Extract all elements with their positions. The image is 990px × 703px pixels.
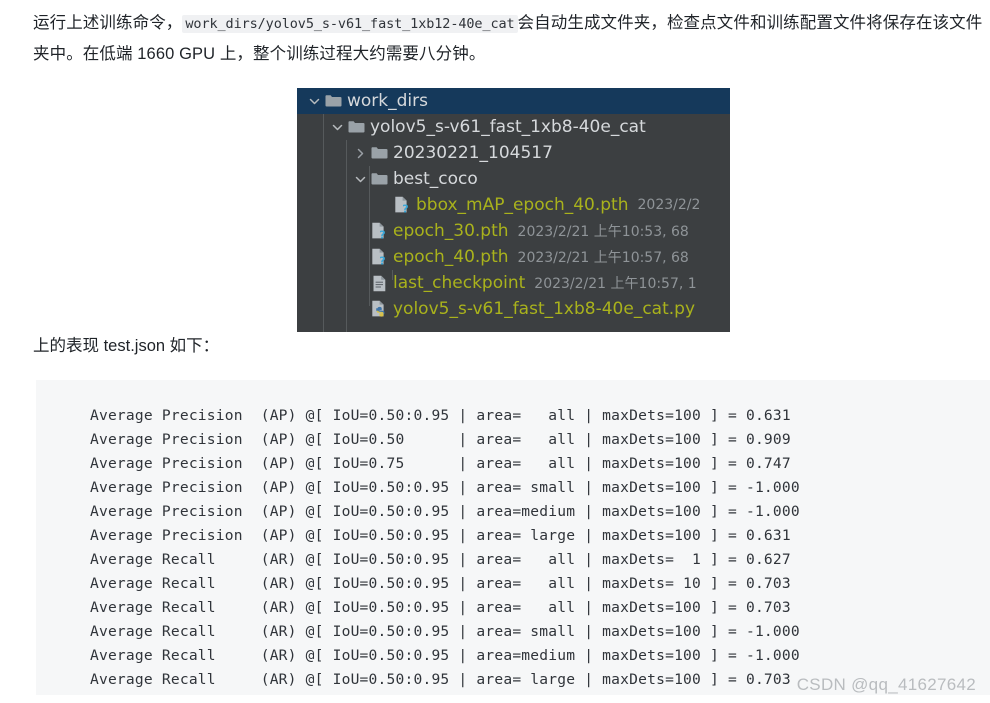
tree-row[interactable]: ? epoch_40.pth 2023/2/21 上午10:57, 68 — [297, 244, 730, 270]
tree-item-label: bbox_mAP_epoch_40.pth — [416, 195, 629, 215]
tree-item-label: 20230221_104517 — [393, 143, 553, 163]
tree-item-meta: 2023/2/21 上午10:57, 68 — [517, 250, 689, 266]
folder-icon — [323, 88, 344, 114]
tree-row[interactable]: 20230221_104517 — [297, 140, 730, 166]
tree-row[interactable]: ? bbox_mAP_epoch_40.pth 2023/2/2 — [297, 192, 730, 218]
tree-no-chevron — [352, 218, 369, 244]
chevron-down-icon[interactable] — [352, 166, 369, 192]
tree-no-chevron — [352, 296, 369, 322]
tree-item-label: last_checkpoint — [393, 273, 526, 293]
page-root: 运行上述训练命令， work_dirs/yolov5_s-v61_fast_1xb… — [0, 0, 990, 703]
inline-code-workdirs: work_dirs/yolov5_s-v61_fast_1xb12-40e_ca… — [182, 15, 518, 33]
folder-icon — [346, 114, 367, 140]
inline-code-testjson: test.json — [103, 337, 166, 355]
tree-item-meta: 2023/2/2 — [637, 197, 701, 213]
folder-icon — [369, 166, 390, 192]
tree-item-label: best_coco — [393, 169, 478, 189]
tree-item-meta: 2023/2/21 上午10:57, 1 — [534, 276, 697, 292]
text-file-icon — [369, 270, 390, 296]
tree-item-label: yolov5_s-v61_fast_1xb8-40e_cat — [370, 117, 646, 137]
tree-no-chevron — [352, 244, 369, 270]
svg-text:?: ? — [402, 202, 408, 214]
tree-row[interactable]: ? epoch_30.pth 2023/2/21 上午10:53, 68 — [297, 218, 730, 244]
tree-row[interactable]: last_checkpoint 2023/2/21 上午10:57, 1 — [297, 270, 730, 296]
tree-no-chevron — [375, 192, 392, 218]
tree-row[interactable]: best_coco — [297, 166, 730, 192]
tree-item-label: yolov5_s-v61_fast_1xb8-40e_cat.py — [393, 299, 696, 319]
csdn-watermark: CSDN @qq_41627642 — [796, 675, 976, 694]
chevron-down-icon[interactable] — [306, 88, 323, 114]
svg-text:?: ? — [379, 254, 385, 266]
tree-row[interactable]: yolov5_s-v61_fast_1xb8-40e_cat.py — [297, 296, 730, 322]
tree-item-label: epoch_30.pth — [393, 221, 509, 241]
tree-row[interactable]: work_dirs — [297, 88, 730, 114]
folder-icon — [369, 140, 390, 166]
pth-file-icon: ? — [369, 218, 390, 244]
tree-no-chevron — [352, 270, 369, 296]
tree-row[interactable]: yolov5_s-v61_fast_1xb8-40e_cat — [297, 114, 730, 140]
tree-item-meta: 2023/2/21 上午10:53, 68 — [517, 224, 689, 240]
chevron-down-icon[interactable] — [329, 114, 346, 140]
caption-text-part2: 如下： — [169, 337, 220, 355]
pth-file-icon: ? — [369, 244, 390, 270]
code-output-block: Average Precision (AP) @[ IoU=0.50:0.95 … — [36, 380, 990, 695]
pth-file-icon: ? — [392, 192, 413, 218]
tree-item-label: epoch_40.pth — [393, 247, 509, 267]
file-tree-rows: work_dirs yolov5_s-v61_fast_1xb8-40e_cat 2… — [297, 88, 730, 322]
file-tree-panel[interactable]: work_dirs yolov5_s-v61_fast_1xb8-40e_cat 2… — [297, 88, 730, 332]
svg-text:?: ? — [379, 228, 385, 240]
chevron-right-icon[interactable] — [352, 140, 369, 166]
caption-line: 上的表现 test.json 如下： — [33, 332, 219, 360]
python-file-icon — [369, 296, 390, 322]
caption-text-part1: 上的表现 — [33, 337, 99, 355]
paragraph-text-part1: 运行上述训练命令， — [33, 14, 183, 32]
intro-paragraph: 运行上述训练命令， work_dirs/yolov5_s-v61_fast_1xb… — [33, 8, 985, 69]
tree-item-label: work_dirs — [347, 91, 428, 111]
coco-metrics-text: Average Precision (AP) @[ IoU=0.50:0.95 … — [89, 407, 800, 688]
